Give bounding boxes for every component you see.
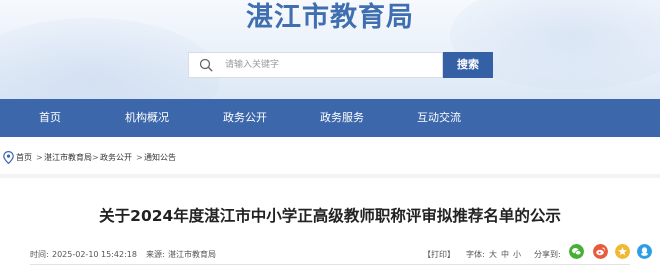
breadcrumb-home[interactable]: 首页 [16, 153, 32, 163]
source-label: 来源: [146, 250, 165, 259]
source-value: 湛江市教育局 [168, 250, 216, 259]
qq-zone-icon[interactable] [615, 244, 630, 259]
location-pin-icon [3, 151, 14, 164]
qq-icon[interactable] [637, 244, 652, 259]
font-size-small[interactable]: 小 [513, 249, 521, 261]
breadcrumb-bureau[interactable]: 湛江市教育局 [44, 153, 92, 163]
main-nav: 首页 机构概况 政务公开 政务服务 互动交流 [0, 99, 660, 137]
breadcrumb-separator: > [92, 153, 99, 162]
nav-item-government-affairs[interactable]: 政务公开 [212, 99, 278, 137]
breadcrumb-government-affairs[interactable]: 政务公开 [100, 153, 132, 163]
site-title: 湛江市教育局 [246, 2, 414, 33]
search-input[interactable] [225, 53, 435, 77]
font-size-medium[interactable]: 中 [501, 249, 509, 261]
font-size-label: 字体: [466, 250, 485, 259]
share-label: 分享到: [534, 250, 561, 259]
site-header: 湛江市教育局 搜索 [0, 0, 660, 99]
nav-item-government-services[interactable]: 政务服务 [309, 99, 375, 137]
breadcrumb: 首页 > 湛江市教育局 > 政务公开 > 通知公告 [0, 146, 660, 168]
nav-item-organization[interactable]: 机构概况 [114, 99, 180, 137]
print-button[interactable]: 【打印】 [423, 249, 455, 261]
search-icon [199, 58, 213, 72]
article: 关于2024年度湛江市中小学正高级教师职称评审拟推荐名单的公示 时间: 2025… [0, 174, 660, 265]
weibo-icon[interactable] [593, 244, 608, 259]
search-box [188, 52, 443, 78]
breadcrumb-separator: > [36, 153, 43, 162]
breadcrumb-notices[interactable]: 通知公告 [144, 153, 176, 163]
article-title: 关于2024年度湛江市中小学正高级教师职称评审拟推荐名单的公示 [99, 207, 561, 225]
breadcrumb-separator: > [136, 153, 143, 162]
publish-time: 2025-02-10 15:42:18 [52, 250, 137, 259]
time-label: 时间: [30, 250, 49, 259]
search-button[interactable]: 搜索 [443, 52, 493, 78]
wechat-icon[interactable] [569, 244, 584, 259]
font-size-large[interactable]: 大 [489, 249, 497, 261]
nav-item-interaction[interactable]: 互动交流 [406, 99, 472, 137]
nav-item-home[interactable]: 首页 [20, 99, 80, 137]
